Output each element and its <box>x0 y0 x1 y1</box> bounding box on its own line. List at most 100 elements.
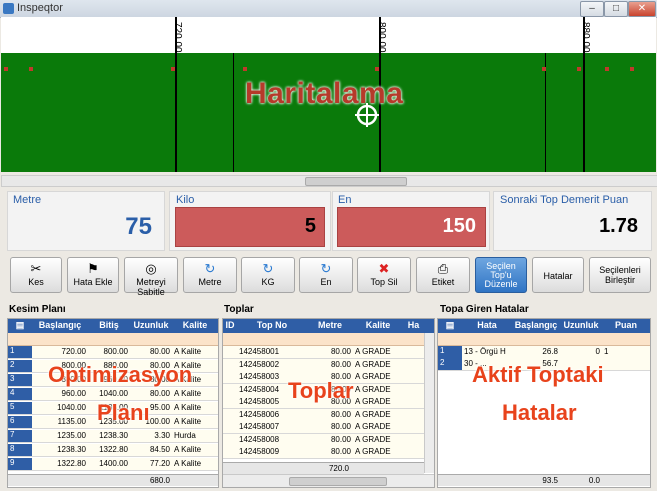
table-cell: 1040.00 <box>99 389 128 398</box>
defect-marker[interactable] <box>4 67 8 71</box>
vertical-scrollbar[interactable] <box>424 333 434 473</box>
defect-marker[interactable] <box>542 67 546 71</box>
hatalar-title: Topa Giren Hatalar <box>440 304 529 315</box>
filter-row[interactable] <box>223 333 424 346</box>
table-cell: A GRADE <box>355 397 391 406</box>
map-scroll-thumb[interactable] <box>305 177 407 186</box>
row-number: 2 <box>8 360 32 372</box>
hatalar-overlay-2: Hatalar <box>502 400 577 425</box>
metre-refresh-button[interactable]: ↻ Metre <box>183 257 237 293</box>
table-cell: 84.50 <box>149 445 170 454</box>
metre-label: Metre <box>13 194 42 206</box>
table-cell: A Kalite <box>174 459 202 468</box>
defect-marker[interactable] <box>630 67 634 71</box>
table-row[interactable]: 142458009 80.00 A GRADE <box>223 446 424 459</box>
fabric-map[interactable] <box>1 53 656 172</box>
table-cell: 80.00 <box>330 422 351 431</box>
scroll-thumb[interactable] <box>289 477 387 486</box>
table-cell: Hurda <box>174 431 196 440</box>
close-button[interactable]: ✕ <box>628 1 656 17</box>
printer-icon: ⎙ <box>437 261 449 276</box>
table-cell: 142458008 <box>239 434 280 444</box>
en-refresh-button[interactable]: ↻ En <box>299 257 353 293</box>
table-row[interactable]: 7 1235.00 1238.30 3.30 Hurda <box>8 430 218 443</box>
table-cell: A GRADE <box>355 359 391 369</box>
column-chooser-icon[interactable]: ▤ <box>8 320 32 331</box>
defect-marker[interactable] <box>171 67 175 71</box>
table-row[interactable]: 142458006 80.00 A GRADE <box>223 408 424 422</box>
kilo-label: Kilo <box>176 194 195 206</box>
maximize-button[interactable]: □ <box>604 1 628 17</box>
table-cell: A GRADE <box>355 384 391 394</box>
ruler-label: 880.00 <box>580 22 591 53</box>
table-row[interactable]: 9 1322.80 1400.00 77.20 A Kalite <box>8 458 218 471</box>
row-number: 4 <box>8 388 32 400</box>
secilen-duzenle-button[interactable]: Seçilen Top'u Düzenle <box>475 257 527 293</box>
row-number: 2 <box>438 358 462 370</box>
birlestir-button[interactable]: Seçilenleri Birleştir <box>589 257 651 293</box>
ruler-label: 800.00 <box>376 22 387 53</box>
row-number: 7 <box>8 430 32 442</box>
grid-footer: 680.0 <box>8 474 218 486</box>
toplar-overlay: Toplar <box>288 378 354 403</box>
sonraki-label: Sonraki Top Demerit Puan <box>500 194 629 206</box>
cut-line <box>583 17 585 172</box>
table-row[interactable]: 142458008 80.00 A GRADE <box>223 433 424 447</box>
horizontal-scrollbar[interactable] <box>223 474 434 487</box>
kesim-total: 680.0 <box>149 476 170 485</box>
table-cell: A Kalite <box>174 403 202 412</box>
en-value: 150 <box>442 215 476 237</box>
hatalar-button[interactable]: Hatalar <box>532 257 584 293</box>
table-cell: 1238.30 <box>99 431 128 440</box>
minimize-button[interactable]: – <box>580 1 604 17</box>
metre-value: 75 <box>125 213 152 240</box>
table-row[interactable]: 1 720.00 800.00 80.00 A Kalite <box>8 346 218 359</box>
table-cell: A Kalite <box>174 347 202 356</box>
top-sil-button[interactable]: ✖ Top Sil <box>357 257 411 293</box>
table-cell: 720.00 <box>61 347 86 356</box>
table-cell: 960.00 <box>61 389 86 398</box>
table-cell: A GRADE <box>355 347 391 356</box>
table-cell: A GRADE <box>355 447 391 456</box>
table-row[interactable]: 8 1238.30 1322.80 84.50 A Kalite <box>8 444 218 457</box>
kg-refresh-button[interactable]: ↻ KG <box>241 257 295 293</box>
table-row[interactable]: 142458002 80.00 A GRADE <box>223 358 424 372</box>
filter-row[interactable] <box>8 333 218 346</box>
column-chooser-icon[interactable]: ▤ <box>438 320 462 331</box>
defect-line <box>233 53 234 172</box>
defect-marker[interactable] <box>605 67 609 71</box>
kesim-overlay-1: Optimizasyon <box>48 362 193 387</box>
grid-footer: 720.0 <box>223 462 424 474</box>
table-cell: 1322.80 <box>99 445 128 454</box>
table-cell: 80.00 <box>330 409 351 419</box>
grid-footer: 93.5 0.0 <box>438 474 650 486</box>
toplar-title: Toplar <box>224 304 254 315</box>
table-row[interactable]: 142458001 80.00 A GRADE <box>223 346 424 359</box>
kes-button[interactable]: ✂ Kes <box>10 257 62 293</box>
table-row[interactable]: 142458007 80.00 A GRADE <box>223 421 424 434</box>
scissors-icon: ✂ <box>30 261 42 276</box>
map-overlay-title: Haritalama <box>245 77 404 110</box>
grid-header: ID Top No Metre Kalite Ha <box>223 319 434 333</box>
grid-header: ▤ Hata Başlangıç Uzunluk Puan <box>438 319 650 333</box>
row-number: 8 <box>8 444 32 456</box>
defect-marker[interactable] <box>577 67 581 71</box>
ruler-label: 720.00 <box>172 22 183 53</box>
hatalar-total-baslangic: 93.5 <box>542 476 558 485</box>
kesim-overlay-2: Planı <box>97 400 150 425</box>
row-number: 3 <box>8 374 32 386</box>
row-number: 9 <box>8 458 32 470</box>
window-title: Inspeqtor <box>17 2 63 14</box>
defect-marker[interactable] <box>243 67 247 71</box>
etiket-button[interactable]: ⎙ Etiket <box>416 257 470 293</box>
metreyi-sabitle-button[interactable]: ◎ Metreyi Sabitle <box>124 257 178 297</box>
defect-marker[interactable] <box>375 67 379 71</box>
table-cell: 0 <box>595 347 600 356</box>
defect-marker[interactable] <box>29 67 33 71</box>
table-cell: 80.00 <box>149 347 170 356</box>
hata-ekle-button[interactable]: ⚑ Hata Ekle <box>67 257 119 293</box>
table-cell: 142458002 <box>239 359 280 369</box>
filter-row[interactable] <box>438 333 650 346</box>
table-cell: A Kalite <box>174 389 202 398</box>
crosshair-icon[interactable] <box>355 103 379 127</box>
